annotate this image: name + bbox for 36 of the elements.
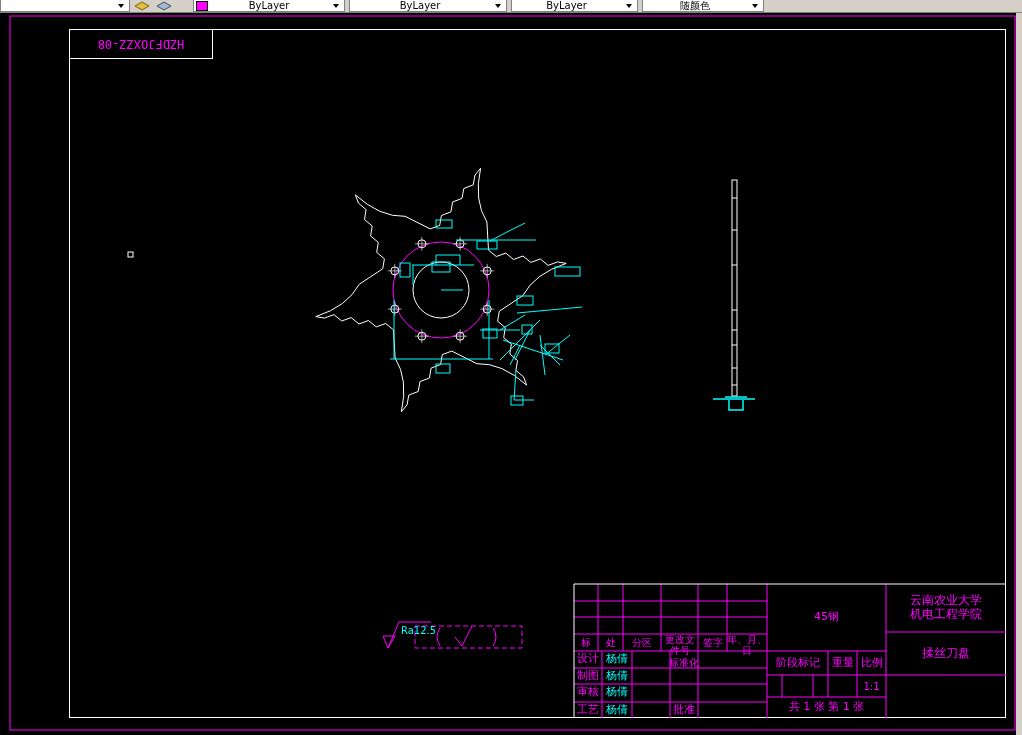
scrollbar[interactable] [1016, 13, 1022, 735]
school-name: 云南农业大学 [909, 594, 983, 608]
layers-icon[interactable] [134, 0, 150, 12]
signer-name: 杨倩 [605, 684, 629, 700]
column-header: 签字 [701, 636, 724, 650]
dropdown-field[interactable]: ByLayer [193, 0, 345, 12]
dropdown-field[interactable]: ByLayer [349, 0, 507, 12]
surface-roughness-icon [382, 621, 523, 649]
signer-name: 杨倩 [605, 651, 629, 667]
material-text: 45钢 [813, 609, 840, 626]
role-label: 审核 [576, 684, 600, 700]
layers-icon[interactable] [156, 0, 172, 12]
column-header: 年、月、日 [727, 634, 767, 656]
drawing-number: HZDFJOXZZ-08 [96, 36, 186, 54]
dropdown-field[interactable] [0, 0, 130, 12]
role-label: 工艺 [576, 702, 600, 718]
column-header: 处 [604, 636, 617, 650]
scale-label: 比例 [859, 654, 884, 671]
roughness-value: Ra12.5 [401, 624, 437, 636]
role-label: 制图 [576, 668, 600, 684]
column-header: 分区 [631, 636, 653, 650]
standardization-label: 标准化 [667, 657, 700, 668]
dropdown-field[interactable]: 随颜色 [642, 0, 764, 12]
sheet-count: 共 1 张 第 1 张 [787, 699, 866, 716]
stage-mark-label: 阶段标记 [774, 654, 821, 671]
school-name: 机电工程学院 [909, 608, 983, 622]
scale-value: 1:1 [862, 679, 881, 694]
weight-label: 重量 [830, 654, 855, 671]
dropdown-field[interactable]: ByLayer [511, 0, 638, 12]
role-label: 设计 [576, 651, 600, 668]
column-header: 标 [580, 636, 592, 650]
signer-name: 杨倩 [605, 702, 629, 718]
part-name: 揉丝刀盘 [921, 644, 971, 662]
signer-name: 杨倩 [605, 668, 629, 684]
approval-label: 批准 [672, 702, 696, 718]
column-header: 更改文件号 [663, 634, 696, 656]
